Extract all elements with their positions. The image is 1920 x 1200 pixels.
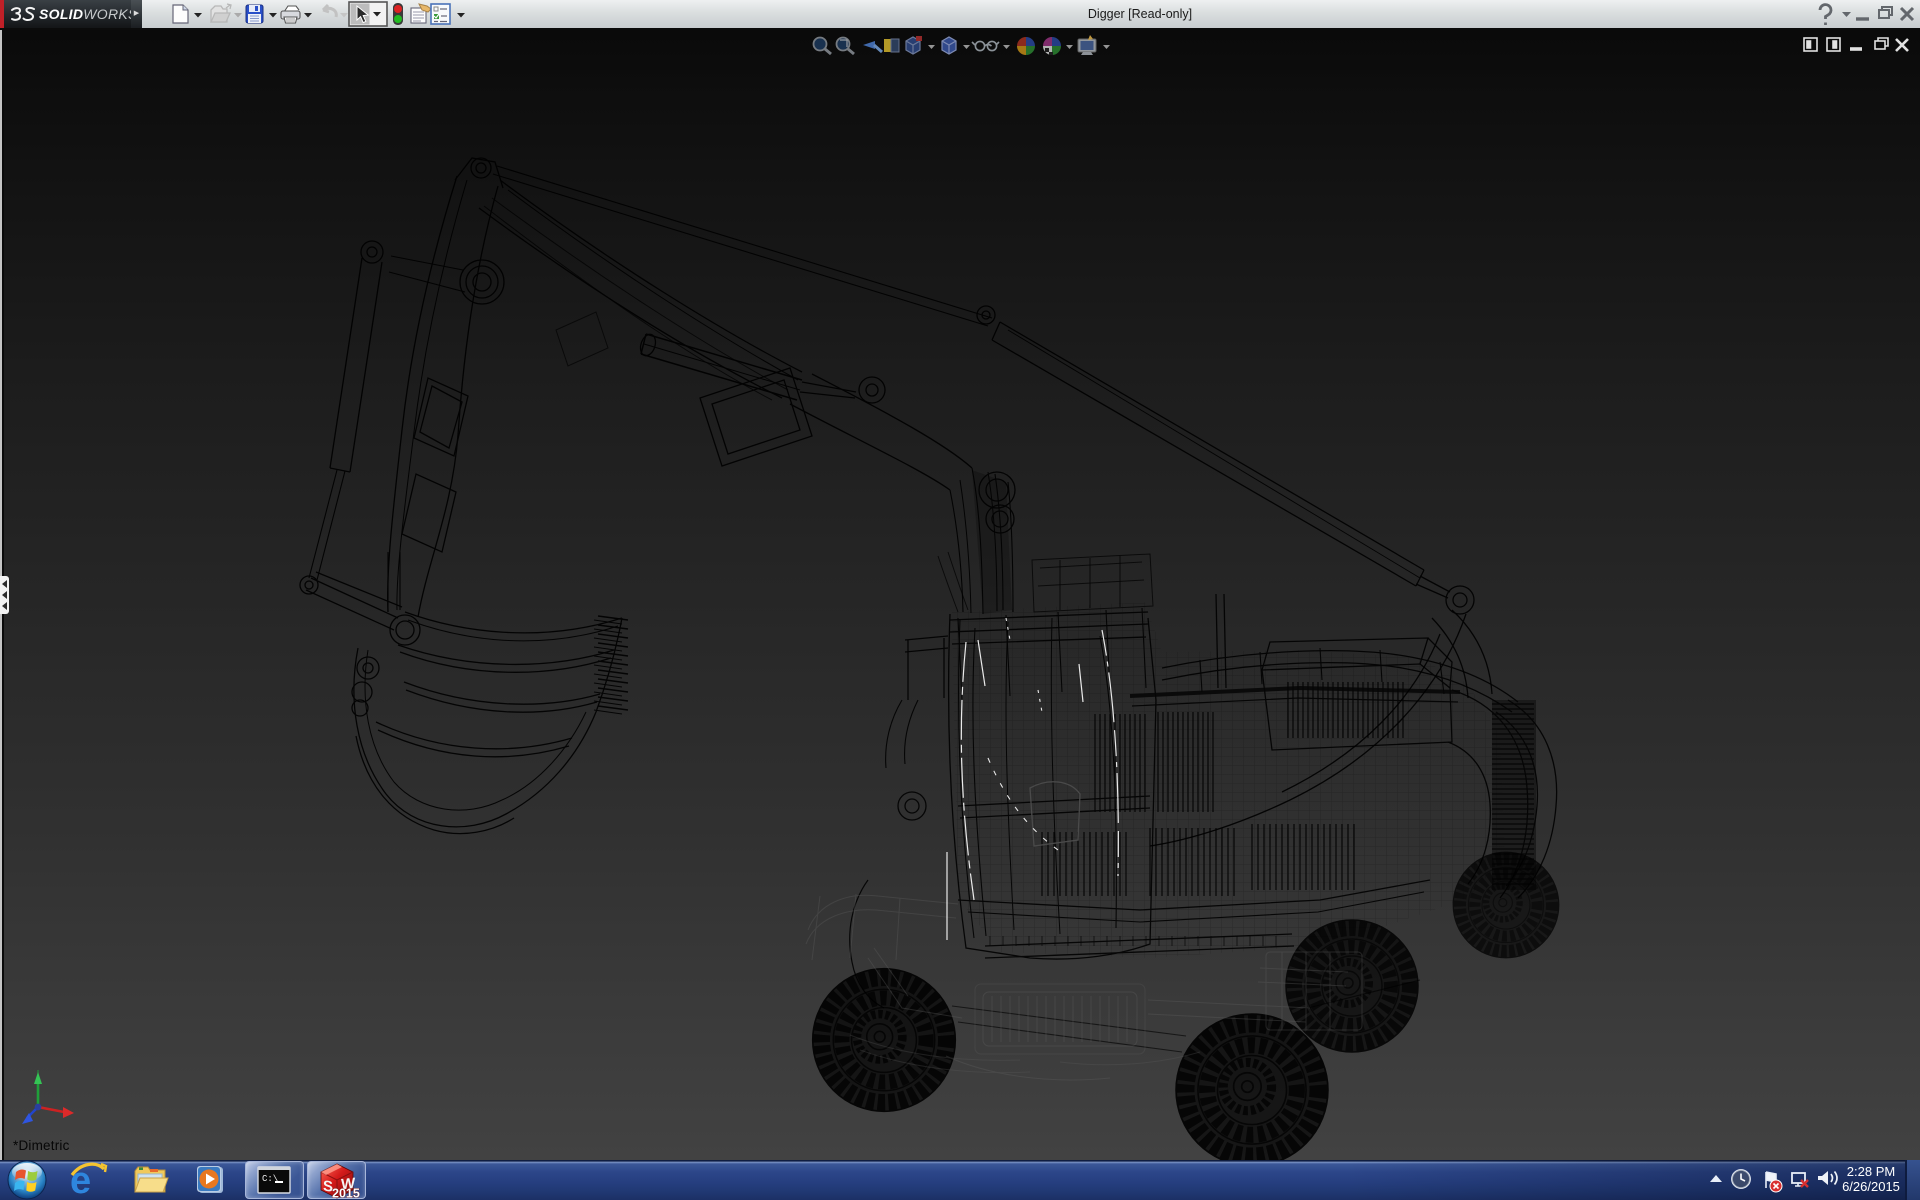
svg-text:2015: 2015	[332, 1187, 360, 1200]
